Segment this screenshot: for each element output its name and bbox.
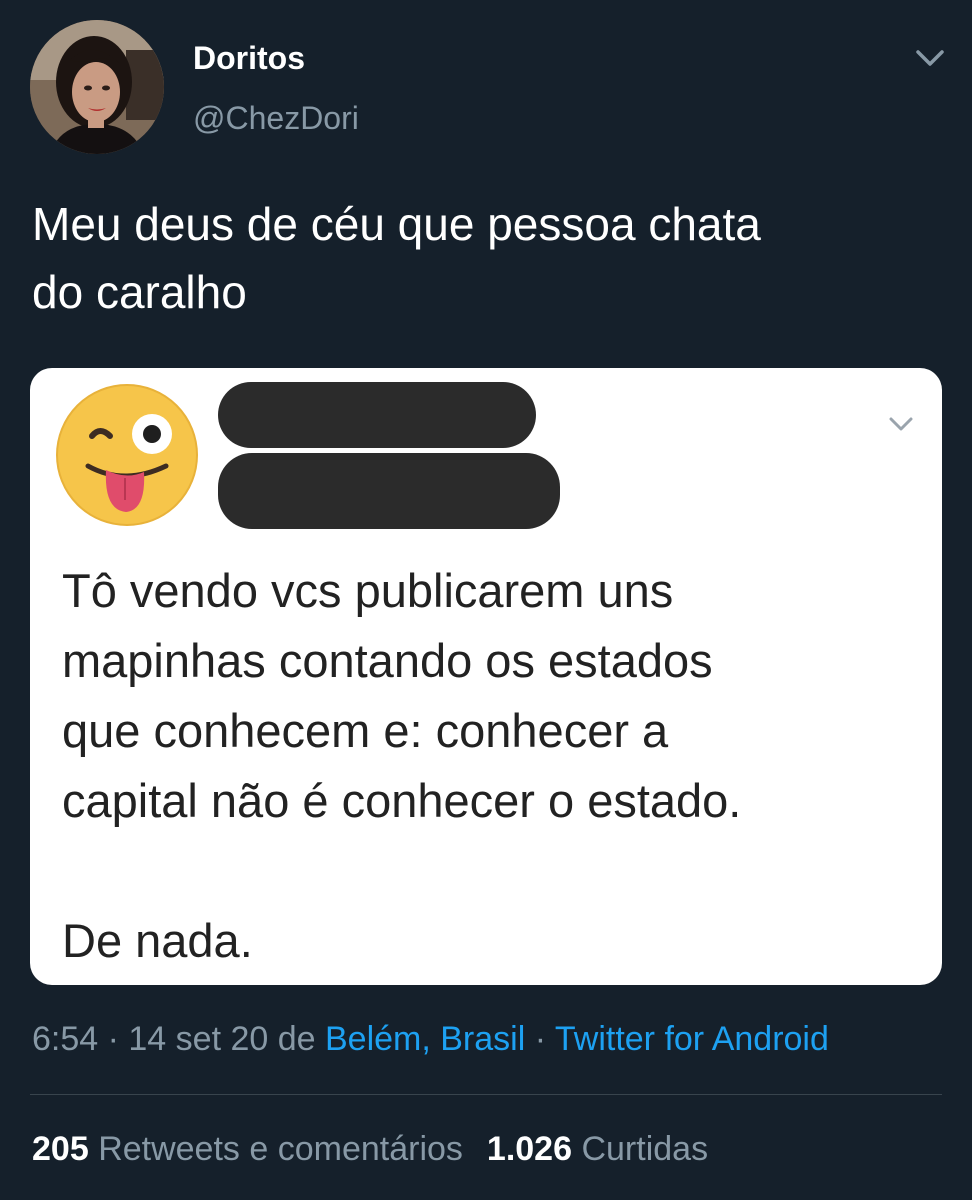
winking-face-with-tongue-icon bbox=[56, 384, 198, 526]
retweets-stat[interactable]: 205 Retweets e comentários bbox=[32, 1130, 463, 1168]
embedded-tweet-text: Tô vendo vcs publicarem uns mapinhas con… bbox=[62, 564, 742, 967]
likes-count: 1.026 bbox=[486, 1130, 573, 1168]
client-link[interactable]: Twitter for Android bbox=[555, 1020, 829, 1058]
retweets-count: 205 bbox=[32, 1130, 89, 1168]
profile-photo-icon bbox=[30, 20, 164, 154]
tweet-meta: 6:54 · 14 set 20 de Belém, Brasil · Twit… bbox=[32, 1020, 829, 1059]
chevron-down-icon bbox=[889, 417, 913, 431]
retweets-label: Retweets e comentários bbox=[98, 1130, 463, 1168]
likes-stat[interactable]: 1.026 Curtidas bbox=[487, 1130, 708, 1168]
redacted-handle bbox=[218, 453, 560, 529]
tweet-timestamp: 6:54 · 14 set 20 de bbox=[32, 1020, 325, 1058]
avatar[interactable] bbox=[30, 20, 164, 154]
tweet-text: Meu deus de céu que pessoa chata do cara… bbox=[32, 198, 761, 318]
divider bbox=[30, 1094, 942, 1095]
likes-label: Curtidas bbox=[581, 1130, 709, 1168]
meta-separator: · bbox=[525, 1020, 555, 1058]
redacted-name bbox=[218, 382, 536, 448]
author-handle[interactable]: @ChezDori bbox=[193, 100, 359, 137]
author-name[interactable]: Doritos bbox=[193, 40, 305, 77]
location-link[interactable]: Belém, Brasil bbox=[325, 1020, 525, 1058]
chevron-down-icon[interactable] bbox=[912, 44, 948, 72]
embedded-image[interactable]: Tô vendo vcs publicarem uns mapinhas con… bbox=[30, 368, 942, 985]
tweet-stats: 205 Retweets e comentários 1.026 Curtidas bbox=[32, 1130, 708, 1169]
